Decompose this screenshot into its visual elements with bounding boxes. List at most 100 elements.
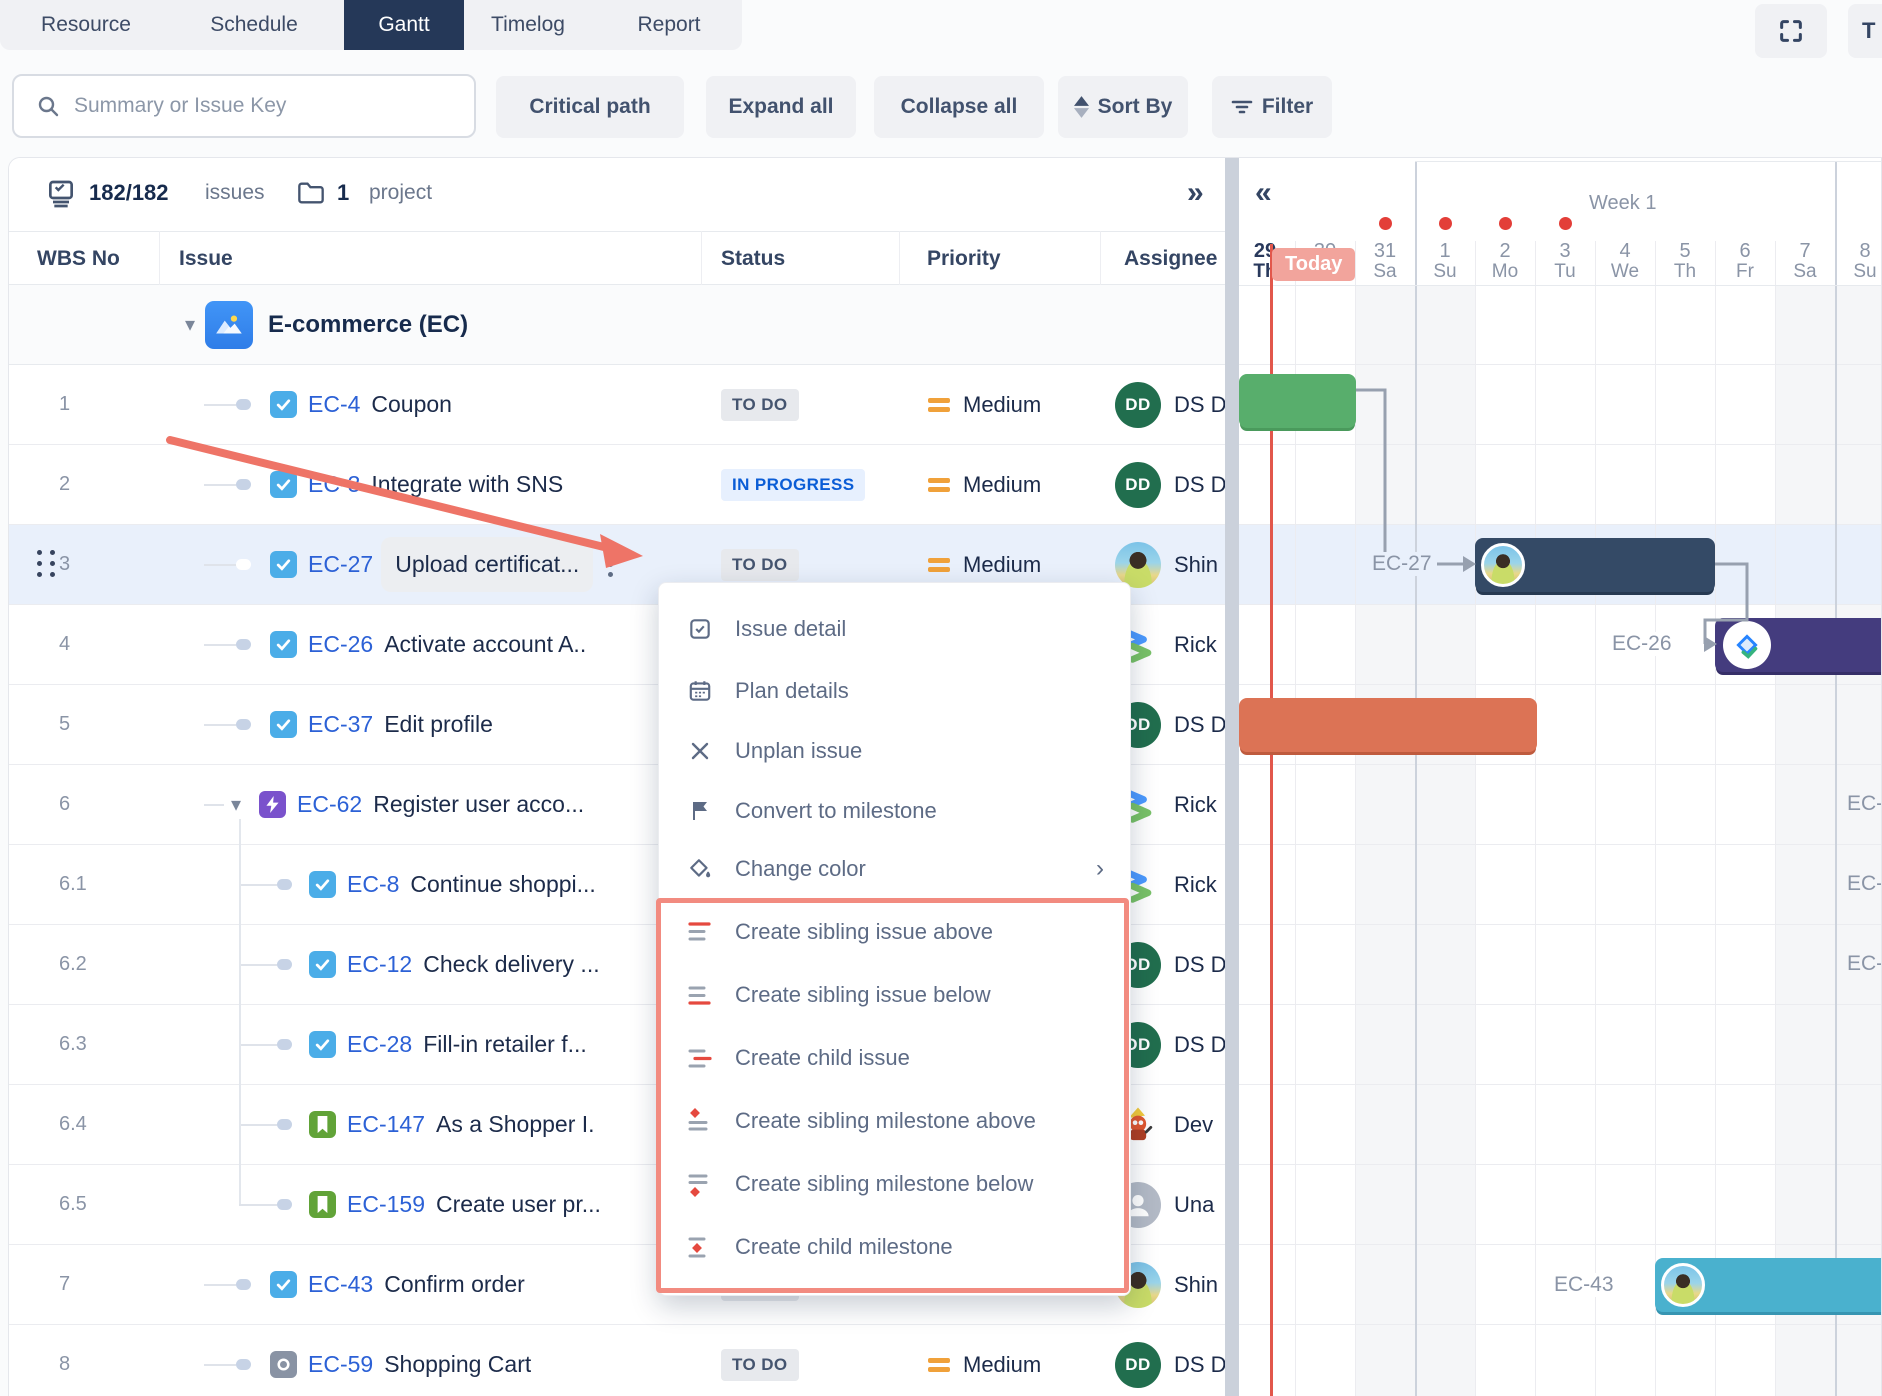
wbs-number: 1 bbox=[9, 393, 159, 416]
menu-item-create-sibling-milestone-above[interactable]: Create sibling milestone above bbox=[659, 1091, 1130, 1151]
issue-title[interactable]: Coupon bbox=[371, 391, 452, 418]
search-box bbox=[12, 74, 476, 138]
expand-panel-icon[interactable]: » bbox=[1187, 178, 1204, 208]
table-row[interactable]: 8 EC-59 Shopping Cart TO DO Medium DDDS … bbox=[9, 1325, 1225, 1396]
issue-title[interactable]: As a Shopper I. bbox=[436, 1111, 595, 1138]
issue-title[interactable]: Create user pr... bbox=[436, 1191, 601, 1218]
menu-item-issue-detail[interactable]: Issue detail bbox=[659, 599, 1130, 659]
menu-item-create-sibling-issue-above[interactable]: Create sibling issue above bbox=[659, 902, 1130, 962]
issue-key-link[interactable]: EC-28 bbox=[347, 1031, 412, 1058]
avatar bbox=[1115, 542, 1161, 588]
clipped-bar-label: EC- bbox=[1847, 872, 1882, 896]
sort-by-button[interactable]: Sort By bbox=[1058, 76, 1188, 138]
menu-item-plan-details[interactable]: Plan details bbox=[659, 661, 1130, 721]
issue-title[interactable]: Upload certificat... bbox=[395, 551, 579, 577]
issue-key-link[interactable]: EC-37 bbox=[308, 711, 373, 738]
task-type-icon bbox=[270, 391, 297, 418]
panel-divider[interactable] bbox=[1225, 158, 1239, 1396]
clipped-bar-label: EC- bbox=[1847, 792, 1882, 816]
issue-title[interactable]: Check delivery ... bbox=[423, 951, 599, 978]
tab-resource[interactable]: Resource bbox=[18, 0, 154, 50]
menu-item-create-sibling-milestone-below[interactable]: Create sibling milestone below bbox=[659, 1154, 1130, 1214]
issue-key-link[interactable]: EC-62 bbox=[297, 791, 362, 818]
issue-title[interactable]: Register user acco... bbox=[373, 791, 584, 818]
create-child-issue-icon bbox=[685, 1043, 715, 1073]
bar-label: EC-27 bbox=[1367, 552, 1437, 576]
issue-detail-icon bbox=[685, 614, 715, 644]
filter-button[interactable]: Filter bbox=[1212, 76, 1332, 138]
project-count: 1 bbox=[337, 180, 349, 206]
issue-key-link[interactable]: EC-26 bbox=[308, 631, 373, 658]
column-header-issue[interactable]: Issue bbox=[179, 232, 233, 285]
issue-title[interactable]: Confirm order bbox=[384, 1271, 525, 1298]
issue-key-link[interactable]: EC-147 bbox=[347, 1111, 425, 1138]
issue-key-link[interactable]: EC-59 bbox=[308, 1351, 373, 1378]
leaf-dot bbox=[236, 1279, 251, 1290]
issue-key-link[interactable]: EC-27 bbox=[308, 551, 373, 578]
table-row[interactable]: 2 EC-3 Integrate with SNS IN PROGRESS Me… bbox=[9, 445, 1225, 525]
issue-title[interactable]: Activate account A.. bbox=[384, 631, 586, 658]
issue-key-link[interactable]: EC-3 bbox=[308, 471, 360, 498]
chevron-down-icon[interactable]: ▾ bbox=[224, 792, 248, 817]
wbs-number: 6.3 bbox=[9, 1033, 159, 1056]
menu-item-create-child-milestone[interactable]: Create child milestone bbox=[659, 1217, 1130, 1277]
status-badge: TO DO bbox=[721, 549, 799, 581]
project-avatar bbox=[205, 301, 253, 349]
collapse-all-button[interactable]: Collapse all bbox=[874, 76, 1044, 138]
menu-item-create-sibling-issue-below[interactable]: Create sibling issue below bbox=[659, 965, 1130, 1025]
connector-line bbox=[204, 804, 224, 806]
issue-key-link[interactable]: EC-4 bbox=[308, 391, 360, 418]
clipped-bar-label: EC- bbox=[1847, 952, 1882, 976]
fullscreen-button[interactable] bbox=[1755, 4, 1827, 58]
wbs-number: 7 bbox=[9, 1273, 159, 1296]
issue-key-link[interactable]: EC-12 bbox=[347, 951, 412, 978]
tab-report[interactable]: Report bbox=[614, 0, 724, 50]
column-header-status[interactable]: Status bbox=[721, 232, 785, 285]
project-row[interactable]: ▾ E-commerce (EC) bbox=[9, 285, 1225, 365]
priority-medium-icon bbox=[928, 556, 950, 574]
create-child-milestone-icon bbox=[685, 1232, 715, 1262]
menu-item-change-color[interactable]: Change color › bbox=[659, 839, 1130, 899]
menu-item-convert-to-milestone[interactable]: Convert to milestone bbox=[659, 781, 1130, 841]
critical-path-button[interactable]: Critical path bbox=[496, 76, 684, 138]
search-input[interactable] bbox=[72, 93, 436, 119]
shopping-type-icon bbox=[270, 1351, 297, 1378]
wbs-number: 6.4 bbox=[9, 1113, 159, 1136]
menu-item-create-child-issue[interactable]: Create child issue bbox=[659, 1028, 1130, 1088]
wbs-number: 6.1 bbox=[9, 873, 159, 896]
table-row[interactable]: 1 EC-4 Coupon TO DO Medium DDDS D bbox=[9, 365, 1225, 445]
avatar: DD bbox=[1115, 462, 1161, 508]
create-sibling-milestone-below-icon bbox=[685, 1169, 715, 1199]
column-header-assignee[interactable]: Assignee bbox=[1124, 232, 1217, 285]
story-type-icon bbox=[309, 1191, 336, 1218]
status-badge: TO DO bbox=[721, 1349, 799, 1381]
column-header-wbs[interactable]: WBS No bbox=[37, 232, 120, 285]
clipped-toolbar-button[interactable]: T bbox=[1848, 4, 1882, 58]
chevron-down-icon[interactable]: ▾ bbox=[185, 312, 195, 337]
connector-line bbox=[239, 1044, 277, 1046]
connector-line bbox=[239, 884, 277, 886]
issue-key-link[interactable]: EC-159 bbox=[347, 1191, 425, 1218]
wbs-number: 3 bbox=[9, 553, 159, 576]
issue-title[interactable]: Fill-in retailer f... bbox=[423, 1031, 587, 1058]
issue-key-link[interactable]: EC-8 bbox=[347, 871, 399, 898]
issue-title[interactable]: Shopping Cart bbox=[384, 1351, 531, 1378]
tab-schedule[interactable]: Schedule bbox=[186, 0, 322, 50]
issue-title[interactable]: Continue shoppi... bbox=[410, 871, 595, 898]
connector-line bbox=[204, 644, 236, 646]
leaf-dot bbox=[277, 879, 292, 890]
wbs-number: 6.5 bbox=[9, 1193, 159, 1216]
menu-item-unplan-issue[interactable]: Unplan issue bbox=[659, 721, 1130, 781]
more-options-icon[interactable] bbox=[597, 545, 623, 585]
issue-title[interactable]: Edit profile bbox=[384, 711, 493, 738]
tab-timelog[interactable]: Timelog bbox=[470, 0, 586, 50]
drag-handle[interactable] bbox=[37, 550, 57, 578]
expand-all-button[interactable]: Expand all bbox=[706, 76, 856, 138]
issue-key-link[interactable]: EC-43 bbox=[308, 1271, 373, 1298]
issue-title[interactable]: Integrate with SNS bbox=[371, 471, 563, 498]
column-header-priority[interactable]: Priority bbox=[927, 232, 1001, 285]
leaf-dot bbox=[236, 479, 251, 490]
task-type-icon bbox=[309, 871, 336, 898]
title-edit-field[interactable]: Upload certificat... bbox=[381, 537, 593, 592]
tab-gantt[interactable]: Gantt bbox=[344, 0, 464, 50]
